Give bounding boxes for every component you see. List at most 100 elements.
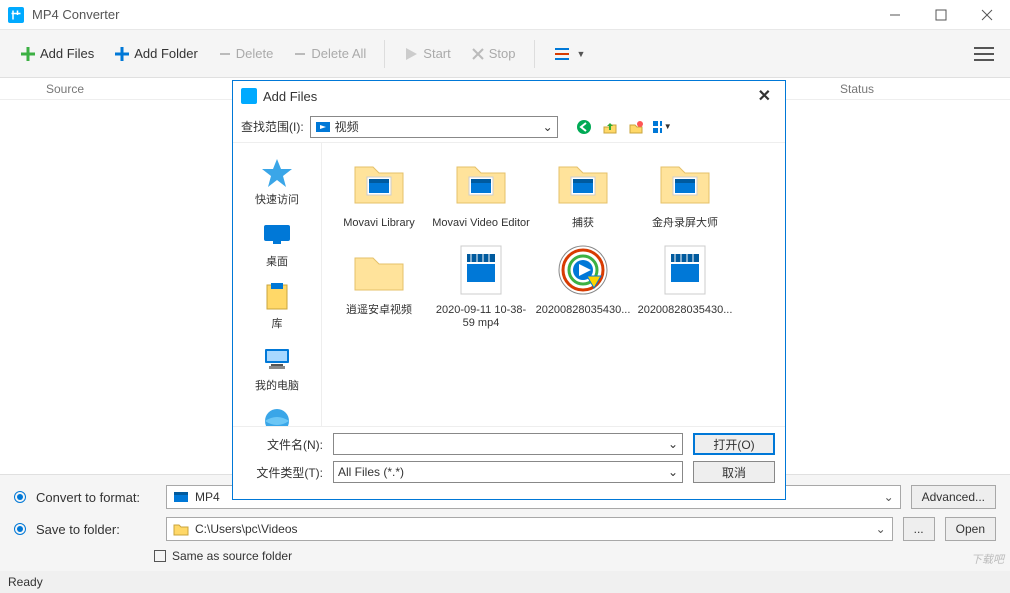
chevron-down-icon: ⌄ xyxy=(668,465,678,479)
save-path-value: C:\Users\pc\Videos xyxy=(195,522,298,536)
chevron-down-icon: ⌄ xyxy=(884,490,894,504)
status-text: Ready xyxy=(8,575,43,589)
toolbar: Add Files Add Folder Delete Delete All S… xyxy=(0,30,1010,78)
file-item[interactable]: 20200828035430... xyxy=(532,240,634,330)
menu-button[interactable] xyxy=(970,40,998,68)
computer-icon xyxy=(261,343,293,375)
new-folder-button[interactable] xyxy=(626,117,646,137)
folder-icon xyxy=(655,153,715,213)
network-icon xyxy=(261,405,293,426)
cancel-button[interactable]: 取消 xyxy=(693,461,775,483)
separator xyxy=(384,40,385,68)
chevron-down-icon: ⌄ xyxy=(543,120,553,134)
dialog-titlebar: Add Files ✕ xyxy=(233,81,785,111)
folder-icon xyxy=(349,240,409,300)
stop-label: Stop xyxy=(489,46,516,61)
dialog-close-button[interactable]: ✕ xyxy=(752,86,777,106)
delete-button[interactable]: Delete xyxy=(210,42,282,65)
place-libraries[interactable]: 库 xyxy=(233,277,321,335)
up-button[interactable] xyxy=(600,117,620,137)
delete-all-label: Delete All xyxy=(311,46,366,61)
convert-format-radio[interactable] xyxy=(14,491,26,503)
look-in-value: 视频 xyxy=(335,118,359,135)
open-folder-button[interactable]: Open xyxy=(945,517,996,541)
look-in-label: 查找范围(I): xyxy=(241,118,304,135)
file-name: 20200828035430... xyxy=(536,304,631,317)
add-files-button[interactable]: Add Files xyxy=(12,42,102,66)
start-label: Start xyxy=(423,46,450,61)
folder-icon xyxy=(349,153,409,213)
start-button[interactable]: Start xyxy=(395,42,458,66)
add-folder-button[interactable]: Add Folder xyxy=(106,42,206,66)
place-label: 我的电脑 xyxy=(255,377,299,393)
minus-icon xyxy=(218,47,232,61)
file-icon xyxy=(451,240,511,300)
places-bar: 快速访问 桌面 库 我的电脑 网络 xyxy=(233,143,321,426)
file-item[interactable]: 捕获 xyxy=(532,153,634,230)
file-pane[interactable]: Movavi LibraryMovavi Video Editor 捕获 金舟录屏大… xyxy=(321,143,785,426)
save-path-combo[interactable]: C:\Users\pc\Videos ⌄ xyxy=(166,517,893,541)
place-label: 桌面 xyxy=(266,253,288,269)
file-name: 逍遥安卓视频 xyxy=(346,304,412,317)
options-dropdown[interactable]: ▼ xyxy=(545,42,594,66)
desktop-icon xyxy=(261,219,293,251)
file-name: Movavi Video Editor xyxy=(432,217,530,230)
advanced-button[interactable]: Advanced... xyxy=(911,485,996,509)
play-icon xyxy=(403,46,419,62)
app-icon xyxy=(241,88,257,104)
videos-folder-icon xyxy=(315,119,331,135)
libraries-icon xyxy=(261,281,293,313)
place-network[interactable]: 网络 xyxy=(233,401,321,426)
file-name: 捕获 xyxy=(572,217,594,230)
place-label: 库 xyxy=(272,315,283,331)
place-label: 快速访问 xyxy=(255,191,299,207)
browse-button[interactable]: ... xyxy=(903,517,935,541)
format-value: MP4 xyxy=(195,490,220,504)
plus-icon xyxy=(114,46,130,62)
stop-icon xyxy=(471,47,485,61)
chevron-down-icon: ⌄ xyxy=(876,522,886,536)
folder-icon xyxy=(553,153,613,213)
minus-icon xyxy=(293,47,307,61)
look-in-combo[interactable]: 视频 ⌄ xyxy=(310,116,558,138)
file-item[interactable]: 20200828035430... xyxy=(634,240,736,330)
delete-all-button[interactable]: Delete All xyxy=(285,42,374,65)
folder-icon xyxy=(173,521,189,537)
app-title: MP4 Converter xyxy=(32,7,119,22)
star-icon xyxy=(261,157,293,189)
view-menu-button[interactable]: ▼ xyxy=(652,117,672,137)
maximize-button[interactable] xyxy=(918,0,964,30)
list-icon xyxy=(553,46,573,62)
file-name-label: 文件名(N): xyxy=(243,436,323,453)
file-name: 2020-09-11 10-38-59 mp4 xyxy=(430,304,532,330)
file-type-combo[interactable]: All Files (*.*)⌄ xyxy=(333,461,683,483)
file-item[interactable]: Movavi Video Editor xyxy=(430,153,532,230)
place-desktop[interactable]: 桌面 xyxy=(233,215,321,273)
dialog-title: Add Files xyxy=(263,89,317,104)
file-item[interactable]: Movavi Library xyxy=(328,153,430,230)
file-name-input[interactable]: ⌄ xyxy=(333,433,683,455)
save-folder-radio[interactable] xyxy=(14,523,26,535)
back-button[interactable] xyxy=(574,117,594,137)
watermark: 下载吧 xyxy=(971,551,1004,567)
folder-icon xyxy=(451,153,511,213)
close-button[interactable] xyxy=(964,0,1010,30)
place-quick-access[interactable]: 快速访问 xyxy=(233,153,321,211)
window-controls xyxy=(872,0,1010,30)
file-item[interactable]: 2020-09-11 10-38-59 mp4 xyxy=(430,240,532,330)
file-item[interactable]: 金舟录屏大师 xyxy=(634,153,736,230)
minimize-button[interactable] xyxy=(872,0,918,30)
file-name: 20200828035430... xyxy=(638,304,733,317)
place-computer[interactable]: 我的电脑 xyxy=(233,339,321,397)
convert-format-label: Convert to format: xyxy=(36,490,156,505)
file-item[interactable]: 逍遥安卓视频 xyxy=(328,240,430,330)
save-folder-label: Save to folder: xyxy=(36,522,156,537)
file-name: 金舟录屏大师 xyxy=(652,217,718,230)
app-icon xyxy=(8,7,24,23)
look-in-row: 查找范围(I): 视频 ⌄ ▼ xyxy=(233,111,785,143)
same-as-source-checkbox[interactable] xyxy=(154,550,166,562)
stop-button[interactable]: Stop xyxy=(463,42,524,65)
column-status: Status xyxy=(840,82,1010,96)
video-format-icon xyxy=(173,489,189,505)
open-button[interactable]: 打开(O) xyxy=(693,433,775,455)
